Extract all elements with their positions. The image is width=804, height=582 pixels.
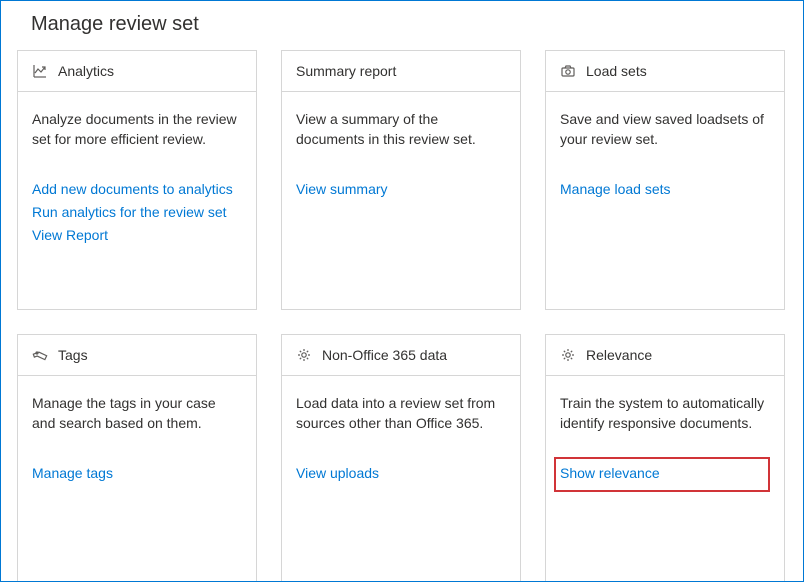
card-links: View summary [296,179,506,200]
card-title: Non-Office 365 data [322,347,447,363]
card-body: Analyze documents in the review set for … [18,92,256,309]
card-links: Manage load sets [560,179,770,200]
card-description: Manage the tags in your case and search … [32,394,242,433]
card-body: Save and view saved loadsets of your rev… [546,92,784,309]
page-title: Manage review set [1,1,803,50]
manage-load-sets-link[interactable]: Manage load sets [560,179,770,200]
card-description: Save and view saved loadsets of your rev… [560,110,770,149]
card-links: Add new documents to analytics Run analy… [32,179,242,246]
card-header: Non-Office 365 data [282,335,520,376]
card-summary-report: Summary report View a summary of the doc… [281,50,521,310]
view-summary-link[interactable]: View summary [296,179,506,200]
card-body: Manage the tags in your case and search … [18,376,256,582]
view-report-link[interactable]: View Report [32,225,242,246]
card-non-office-365: Non-Office 365 data Load data into a rev… [281,334,521,582]
add-new-documents-link[interactable]: Add new documents to analytics [32,179,242,200]
camera-icon [560,63,576,79]
card-title: Tags [58,347,88,363]
card-load-sets: Load sets Save and view saved loadsets o… [545,50,785,310]
run-analytics-link[interactable]: Run analytics for the review set [32,202,242,223]
card-title: Relevance [586,347,652,363]
card-links: Show relevance [560,463,770,492]
card-title: Load sets [586,63,647,79]
card-header: Relevance [546,335,784,376]
card-description: Load data into a review set from sources… [296,394,506,433]
card-header: Analytics [18,51,256,92]
card-description: Analyze documents in the review set for … [32,110,242,149]
card-tags: Tags Manage the tags in your case and se… [17,334,257,582]
gear-icon [560,347,576,363]
card-body: Train the system to automatically identi… [546,376,784,582]
cards-grid: Analytics Analyze documents in the revie… [1,50,803,582]
highlight-box: Show relevance [554,457,770,492]
card-description: View a summary of the documents in this … [296,110,506,149]
card-relevance: Relevance Train the system to automatica… [545,334,785,582]
card-links: Manage tags [32,463,242,484]
card-header: Tags [18,335,256,376]
card-description: Train the system to automatically identi… [560,394,770,433]
show-relevance-link[interactable]: Show relevance [560,463,660,484]
card-links: View uploads [296,463,506,484]
manage-review-set-panel: Manage review set Analytics Analyze docu… [0,0,804,582]
manage-tags-link[interactable]: Manage tags [32,463,242,484]
gear-icon [296,347,312,363]
card-header: Load sets [546,51,784,92]
analytics-icon [32,63,48,79]
card-body: Load data into a review set from sources… [282,376,520,582]
card-analytics: Analytics Analyze documents in the revie… [17,50,257,310]
card-header: Summary report [282,51,520,92]
card-body: View a summary of the documents in this … [282,92,520,309]
card-title: Summary report [296,63,396,79]
card-title: Analytics [58,63,114,79]
view-uploads-link[interactable]: View uploads [296,463,506,484]
tag-icon [32,347,48,363]
